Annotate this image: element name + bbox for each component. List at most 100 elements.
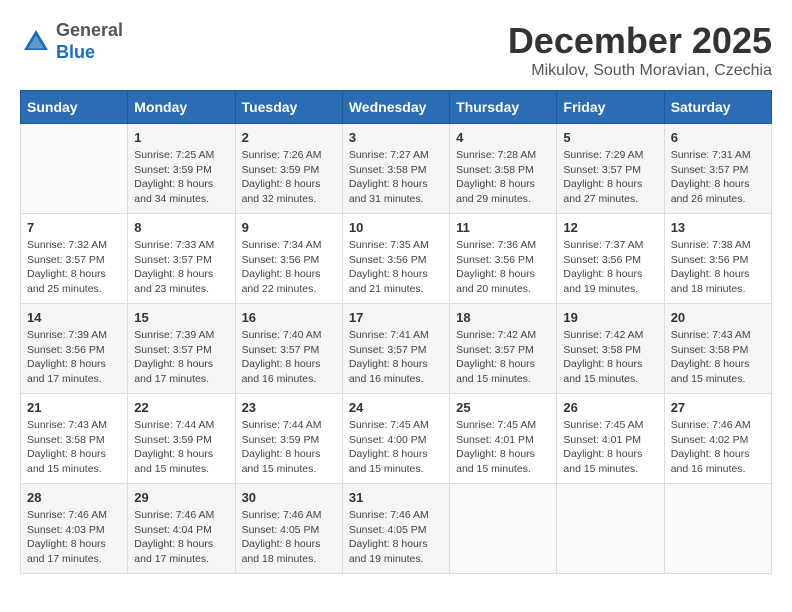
- day-number: 21: [27, 400, 121, 415]
- weekday-header: Monday: [128, 91, 235, 124]
- day-number: 8: [134, 220, 228, 235]
- weekday-header: Wednesday: [342, 91, 449, 124]
- day-number: 6: [671, 130, 765, 145]
- day-number: 15: [134, 310, 228, 325]
- day-info: Sunrise: 7:45 AM Sunset: 4:01 PM Dayligh…: [563, 418, 657, 477]
- day-info: Sunrise: 7:39 AM Sunset: 3:56 PM Dayligh…: [27, 328, 121, 387]
- day-info: Sunrise: 7:28 AM Sunset: 3:58 PM Dayligh…: [456, 148, 550, 207]
- calendar-cell: 20 Sunrise: 7:43 AM Sunset: 3:58 PM Dayli…: [664, 304, 771, 394]
- calendar-cell: 8 Sunrise: 7:33 AM Sunset: 3:57 PM Daylig…: [128, 214, 235, 304]
- day-info: Sunrise: 7:41 AM Sunset: 3:57 PM Dayligh…: [349, 328, 443, 387]
- day-info: Sunrise: 7:25 AM Sunset: 3:59 PM Dayligh…: [134, 148, 228, 207]
- calendar-cell: 2 Sunrise: 7:26 AM Sunset: 3:59 PM Daylig…: [235, 124, 342, 214]
- month-title: December 2025: [508, 20, 772, 62]
- day-info: Sunrise: 7:40 AM Sunset: 3:57 PM Dayligh…: [242, 328, 336, 387]
- calendar-cell: 4 Sunrise: 7:28 AM Sunset: 3:58 PM Daylig…: [450, 124, 557, 214]
- day-info: Sunrise: 7:46 AM Sunset: 4:02 PM Dayligh…: [671, 418, 765, 477]
- day-info: Sunrise: 7:32 AM Sunset: 3:57 PM Dayligh…: [27, 238, 121, 297]
- day-number: 18: [456, 310, 550, 325]
- calendar-table: SundayMondayTuesdayWednesdayThursdayFrid…: [20, 90, 772, 574]
- day-number: 31: [349, 490, 443, 505]
- day-info: Sunrise: 7:38 AM Sunset: 3:56 PM Dayligh…: [671, 238, 765, 297]
- calendar-cell: 24Sunrise: 7:45 AM Sunset: 4:00 PM Dayli…: [342, 394, 449, 484]
- calendar-cell: 23 Sunrise: 7:44 AM Sunset: 3:59 PM Dayli…: [235, 394, 342, 484]
- calendar-cell: 27 Sunrise: 7:46 AM Sunset: 4:02 PM Dayli…: [664, 394, 771, 484]
- calendar-cell: 21 Sunrise: 7:43 AM Sunset: 3:58 PM Dayli…: [21, 394, 128, 484]
- day-number: 17: [349, 310, 443, 325]
- day-info: Sunrise: 7:44 AM Sunset: 3:59 PM Dayligh…: [242, 418, 336, 477]
- weekday-header: Tuesday: [235, 91, 342, 124]
- day-number: 7: [27, 220, 121, 235]
- calendar-cell: 30Sunrise: 7:46 AM Sunset: 4:05 PM Dayli…: [235, 484, 342, 574]
- weekday-header: Sunday: [21, 91, 128, 124]
- day-info: Sunrise: 7:43 AM Sunset: 3:58 PM Dayligh…: [27, 418, 121, 477]
- day-number: 14: [27, 310, 121, 325]
- day-number: 23: [242, 400, 336, 415]
- calendar-cell: [664, 484, 771, 574]
- day-number: 29: [134, 490, 228, 505]
- day-number: 3: [349, 130, 443, 145]
- day-info: Sunrise: 7:35 AM Sunset: 3:56 PM Dayligh…: [349, 238, 443, 297]
- calendar-cell: 1 Sunrise: 7:25 AM Sunset: 3:59 PM Daylig…: [128, 124, 235, 214]
- logo: General Blue: [20, 20, 123, 63]
- day-info: Sunrise: 7:44 AM Sunset: 3:59 PM Dayligh…: [134, 418, 228, 477]
- calendar-cell: 31 Sunrise: 7:46 AM Sunset: 4:05 PM Dayli…: [342, 484, 449, 574]
- day-number: 11: [456, 220, 550, 235]
- weekday-header: Thursday: [450, 91, 557, 124]
- calendar-cell: 26 Sunrise: 7:45 AM Sunset: 4:01 PM Dayli…: [557, 394, 664, 484]
- calendar-week-row: 28 Sunrise: 7:46 AM Sunset: 4:03 PM Dayli…: [21, 484, 772, 574]
- weekday-header-row: SundayMondayTuesdayWednesdayThursdayFrid…: [21, 91, 772, 124]
- day-number: 2: [242, 130, 336, 145]
- day-number: 26: [563, 400, 657, 415]
- calendar-cell: 22 Sunrise: 7:44 AM Sunset: 3:59 PM Dayli…: [128, 394, 235, 484]
- day-number: 16: [242, 310, 336, 325]
- calendar-cell: 17 Sunrise: 7:41 AM Sunset: 3:57 PM Dayli…: [342, 304, 449, 394]
- calendar-week-row: 21 Sunrise: 7:43 AM Sunset: 3:58 PM Dayli…: [21, 394, 772, 484]
- weekday-header: Saturday: [664, 91, 771, 124]
- calendar-cell: 28 Sunrise: 7:46 AM Sunset: 4:03 PM Dayli…: [21, 484, 128, 574]
- calendar-week-row: 14 Sunrise: 7:39 AM Sunset: 3:56 PM Dayli…: [21, 304, 772, 394]
- day-number: 1: [134, 130, 228, 145]
- day-number: 24: [349, 400, 443, 415]
- day-info: Sunrise: 7:46 AM Sunset: 4:03 PM Dayligh…: [27, 508, 121, 567]
- day-number: 10: [349, 220, 443, 235]
- day-info: Sunrise: 7:26 AM Sunset: 3:59 PM Dayligh…: [242, 148, 336, 207]
- title-block: December 2025 Mikulov, South Moravian, C…: [508, 20, 772, 80]
- day-info: Sunrise: 7:36 AM Sunset: 3:56 PM Dayligh…: [456, 238, 550, 297]
- day-number: 22: [134, 400, 228, 415]
- calendar-cell: 15 Sunrise: 7:39 AM Sunset: 3:57 PM Dayli…: [128, 304, 235, 394]
- day-number: 28: [27, 490, 121, 505]
- day-number: 5: [563, 130, 657, 145]
- calendar-cell: 7 Sunrise: 7:32 AM Sunset: 3:57 PM Daylig…: [21, 214, 128, 304]
- day-info: Sunrise: 7:43 AM Sunset: 3:58 PM Dayligh…: [671, 328, 765, 387]
- calendar-cell: 3Sunrise: 7:27 AM Sunset: 3:58 PM Daylig…: [342, 124, 449, 214]
- day-info: Sunrise: 7:46 AM Sunset: 4:05 PM Dayligh…: [349, 508, 443, 567]
- day-number: 20: [671, 310, 765, 325]
- calendar-cell: 10 Sunrise: 7:35 AM Sunset: 3:56 PM Dayli…: [342, 214, 449, 304]
- page-header: General Blue December 2025 Mikulov, Sout…: [20, 20, 772, 80]
- calendar-week-row: 1 Sunrise: 7:25 AM Sunset: 3:59 PM Daylig…: [21, 124, 772, 214]
- day-number: 9: [242, 220, 336, 235]
- calendar-cell: [450, 484, 557, 574]
- calendar-cell: 25 Sunrise: 7:45 AM Sunset: 4:01 PM Dayli…: [450, 394, 557, 484]
- day-info: Sunrise: 7:46 AM Sunset: 4:05 PM Dayligh…: [242, 508, 336, 567]
- day-number: 27: [671, 400, 765, 415]
- calendar-cell: 9Sunrise: 7:34 AM Sunset: 3:56 PM Daylig…: [235, 214, 342, 304]
- calendar-cell: [21, 124, 128, 214]
- calendar-cell: 6 Sunrise: 7:31 AM Sunset: 3:57 PM Daylig…: [664, 124, 771, 214]
- calendar-cell: 11 Sunrise: 7:36 AM Sunset: 3:56 PM Dayli…: [450, 214, 557, 304]
- calendar-cell: 29Sunrise: 7:46 AM Sunset: 4:04 PM Dayli…: [128, 484, 235, 574]
- day-info: Sunrise: 7:39 AM Sunset: 3:57 PM Dayligh…: [134, 328, 228, 387]
- weekday-header: Friday: [557, 91, 664, 124]
- day-info: Sunrise: 7:33 AM Sunset: 3:57 PM Dayligh…: [134, 238, 228, 297]
- day-info: Sunrise: 7:42 AM Sunset: 3:58 PM Dayligh…: [563, 328, 657, 387]
- logo-text: General Blue: [56, 20, 123, 63]
- day-number: 25: [456, 400, 550, 415]
- calendar-cell: 12Sunrise: 7:37 AM Sunset: 3:56 PM Dayli…: [557, 214, 664, 304]
- day-number: 4: [456, 130, 550, 145]
- calendar-cell: 19Sunrise: 7:42 AM Sunset: 3:58 PM Dayli…: [557, 304, 664, 394]
- day-info: Sunrise: 7:31 AM Sunset: 3:57 PM Dayligh…: [671, 148, 765, 207]
- day-info: Sunrise: 7:45 AM Sunset: 4:01 PM Dayligh…: [456, 418, 550, 477]
- calendar-cell: 5Sunrise: 7:29 AM Sunset: 3:57 PM Daylig…: [557, 124, 664, 214]
- day-number: 12: [563, 220, 657, 235]
